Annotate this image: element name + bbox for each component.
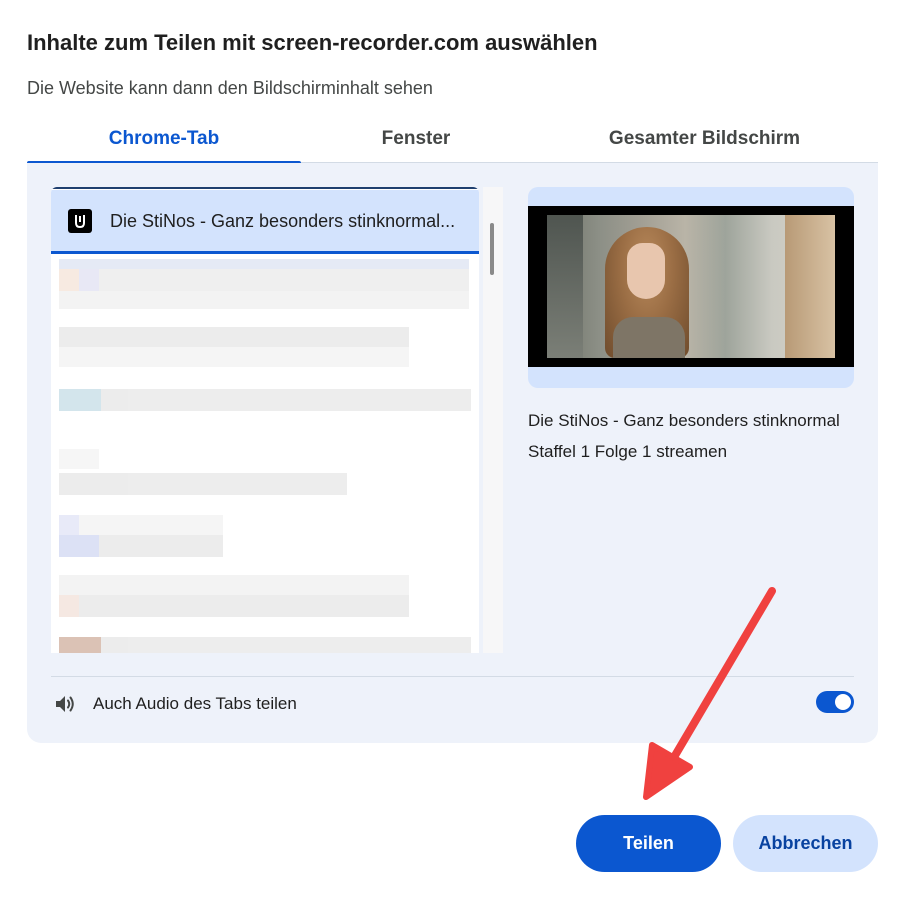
audio-divider [51, 676, 854, 677]
list-item-blurred[interactable] [59, 389, 477, 433]
audio-share-row: Auch Audio des Tabs teilen [51, 687, 854, 721]
dialog-title: Inhalte zum Teilen mit screen-recorder.c… [27, 30, 598, 55]
preview-thumbnail [547, 215, 835, 358]
list-item-blurred[interactable] [59, 515, 477, 559]
list-item-blurred[interactable] [59, 259, 477, 309]
tab-entire-screen[interactable]: Gesamter Bildschirm [531, 118, 878, 162]
speaker-icon [51, 690, 79, 718]
tab-window[interactable]: Fenster [301, 118, 531, 162]
scrollbar-thumb[interactable] [490, 223, 494, 275]
content-panel: Die StiNos - Ganz besonders stinknormal.… [27, 163, 878, 743]
selected-tab-label: Die StiNos - Ganz besonders stinknormal.… [110, 210, 456, 231]
preview-frame [528, 206, 854, 367]
preview-title: Die StiNos - Ganz besonders stinknormal … [528, 411, 840, 461]
tab-chrome-tab[interactable]: Chrome-Tab [27, 118, 301, 164]
site-favicon-icon [68, 209, 92, 233]
audio-share-toggle[interactable] [816, 691, 854, 713]
cancel-button[interactable]: Abbrechen [733, 815, 878, 872]
share-dialog: Inhalte zum Teilen mit screen-recorder.c… [0, 0, 908, 902]
share-button[interactable]: Teilen [576, 815, 721, 872]
selected-item-indicator [51, 251, 479, 254]
list-item-blurred[interactable] [59, 327, 477, 371]
source-tabs: Chrome-Tab Fenster Gesamter Bildschirm [27, 118, 878, 164]
tab-preview [528, 187, 854, 388]
dialog-subtitle: Die Website kann dann den Bildschirminha… [27, 78, 433, 98]
list-item-blurred[interactable] [59, 449, 477, 495]
audio-share-label: Auch Audio des Tabs teilen [93, 694, 297, 713]
list-item-blurred[interactable] [59, 637, 477, 653]
tab-list[interactable]: Die StiNos - Ganz besonders stinknormal.… [51, 187, 479, 653]
toggle-knob [835, 694, 851, 710]
list-top-divider [51, 187, 479, 189]
tab-list-scrollbar[interactable] [483, 187, 503, 653]
list-item-selected[interactable]: Die StiNos - Ganz besonders stinknormal.… [51, 190, 479, 252]
list-item-blurred[interactable] [59, 575, 477, 619]
